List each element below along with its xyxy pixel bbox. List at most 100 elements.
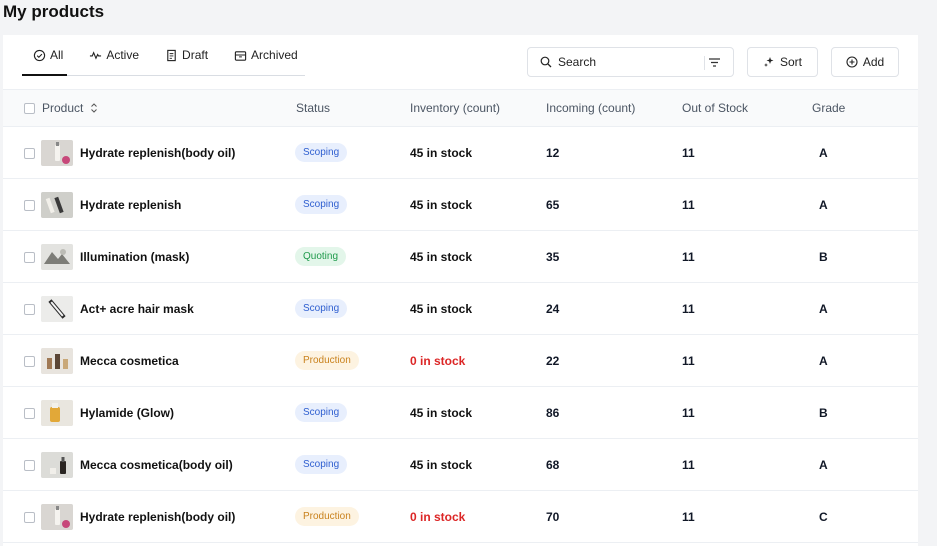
inventory-value: 0 in stock [410, 510, 466, 524]
product-name[interactable]: Hydrate replenish(body oil) [80, 146, 235, 160]
product-name[interactable]: Act+ acre hair mask [80, 302, 194, 316]
document-icon [167, 49, 176, 61]
select-all-checkbox[interactable] [24, 103, 35, 114]
search-icon [540, 56, 552, 68]
inventory-value: 45 in stock [410, 458, 473, 472]
toolbar: All Active Draft Archived Search Sort Ad… [3, 35, 918, 90]
table-row[interactable]: Act+ acre hair mask Scoping 45 in stock … [3, 283, 918, 335]
row-checkbox[interactable] [24, 304, 35, 315]
product-name[interactable]: Hylamide (Glow) [80, 406, 174, 420]
product-name[interactable]: Hydrate replenish(body oil) [80, 510, 235, 524]
header-out-of-stock: Out of Stock [682, 101, 749, 115]
sort-label: Sort [779, 55, 802, 69]
row-checkbox[interactable] [24, 252, 35, 263]
sparkle-icon [763, 57, 774, 67]
product-thumbnail [41, 296, 73, 322]
page-title: My products [3, 2, 105, 21]
sort-button[interactable]: Sort [747, 47, 818, 77]
tab-draft-label: Draft [182, 48, 209, 62]
incoming-value: 24 [546, 302, 560, 316]
tab-all-label: All [50, 48, 64, 62]
plus-circle-icon [846, 56, 858, 68]
incoming-value: 12 [546, 146, 560, 160]
status-badge: Scoping [295, 455, 348, 474]
tab-all[interactable]: All [22, 35, 68, 76]
status-badge: Quoting [295, 247, 347, 266]
product-thumbnail [41, 400, 73, 426]
table-row[interactable]: Hydrate replenish(body oil) Production 0… [3, 491, 918, 543]
search-divider [704, 56, 705, 70]
table-row[interactable]: Mecca cosmetica(body oil) Scoping 45 in … [3, 439, 918, 491]
products-card: All Active Draft Archived Search Sort Ad… [3, 35, 918, 546]
product-thumbnail [41, 348, 73, 374]
product-name[interactable]: Mecca cosmetica [80, 354, 179, 368]
status-badge: Scoping [295, 299, 348, 318]
table-row[interactable]: Hydrate replenish Scoping 45 in stock 65… [3, 179, 918, 231]
incoming-value: 22 [546, 354, 560, 368]
grade-value: A [819, 458, 828, 472]
search-placeholder: Search [558, 55, 597, 69]
product-name[interactable]: Hydrate replenish [80, 198, 181, 212]
out-of-stock-value: 11 [682, 250, 695, 264]
status-badge: Scoping [295, 195, 348, 214]
incoming-value: 35 [546, 250, 560, 264]
incoming-value: 86 [546, 406, 560, 420]
product-name[interactable]: Illumination (mask) [80, 250, 189, 264]
status-badge: Scoping [295, 143, 348, 162]
incoming-value: 70 [546, 510, 560, 524]
inventory-value: 45 in stock [410, 406, 473, 420]
row-checkbox[interactable] [24, 460, 35, 471]
check-circle-icon [33, 49, 46, 61]
out-of-stock-value: 11 [682, 354, 695, 368]
tab-draft[interactable]: Draft [165, 35, 208, 75]
header-product[interactable]: Product [42, 101, 98, 115]
out-of-stock-value: 11 [682, 406, 695, 420]
row-checkbox[interactable] [24, 148, 35, 159]
product-thumbnail [41, 504, 73, 530]
grade-value: A [819, 354, 828, 368]
grade-value: B [819, 250, 828, 264]
activity-icon [90, 50, 102, 60]
tab-bar: All Active Draft Archived [22, 35, 305, 76]
product-name[interactable]: Mecca cosmetica(body oil) [80, 458, 233, 472]
out-of-stock-value: 11 [682, 302, 695, 316]
row-checkbox[interactable] [24, 356, 35, 367]
inventory-value: 45 in stock [410, 198, 473, 212]
out-of-stock-value: 11 [682, 458, 695, 472]
inventory-value: 45 in stock [410, 302, 473, 316]
product-thumbnail [41, 192, 73, 218]
row-checkbox[interactable] [24, 200, 35, 211]
grade-value: C [819, 510, 828, 524]
header-incoming: Incoming (count) [546, 101, 636, 115]
add-button[interactable]: Add [831, 47, 899, 77]
table-header: Product Status Inventory (count) Incomin… [3, 90, 918, 127]
header-grade: Grade [812, 101, 846, 115]
row-checkbox[interactable] [24, 512, 35, 523]
table-row[interactable]: Hylamide (Glow) Scoping 45 in stock 86 1… [3, 387, 918, 439]
search-input[interactable]: Search [527, 47, 734, 77]
table-row[interactable]: Illumination (mask) Quoting 45 in stock … [3, 231, 918, 283]
header-product-label: Product [42, 101, 84, 115]
out-of-stock-value: 11 [682, 146, 695, 160]
out-of-stock-value: 11 [682, 510, 695, 524]
tab-archived[interactable]: Archived [234, 35, 298, 75]
row-checkbox[interactable] [24, 408, 35, 419]
inventory-value: 0 in stock [410, 354, 466, 368]
out-of-stock-value: 11 [682, 198, 695, 212]
product-thumbnail [41, 244, 73, 270]
tab-archived-label: Archived [251, 48, 298, 62]
product-thumbnail [41, 452, 73, 478]
grade-value: A [819, 146, 828, 160]
table-row[interactable]: Hydrate replenish(body oil) Scoping 45 i… [3, 127, 918, 179]
sort-toggle-icon[interactable] [90, 102, 98, 114]
table-body: Hydrate replenish(body oil) Scoping 45 i… [3, 127, 918, 543]
table-row[interactable]: Mecca cosmetica Production 0 in stock 22… [3, 335, 918, 387]
header-status: Status [296, 101, 331, 115]
filter-icon[interactable] [708, 56, 721, 69]
incoming-value: 68 [546, 458, 560, 472]
status-badge: Scoping [295, 403, 348, 422]
header-inventory: Inventory (count) [410, 101, 501, 115]
tab-active[interactable]: Active [89, 35, 139, 75]
grade-value: A [819, 302, 828, 316]
grade-value: A [819, 198, 828, 212]
